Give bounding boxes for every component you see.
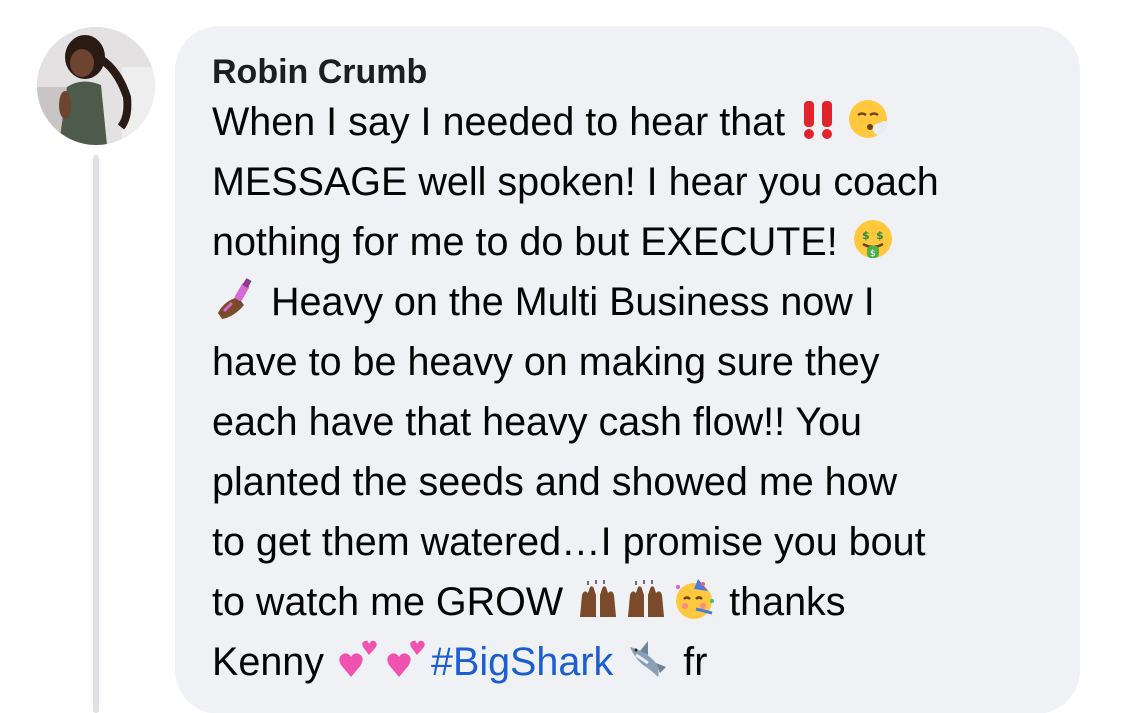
nail-polish-icon <box>218 278 252 319</box>
comment-line-5: have to be heavy on making sure they <box>212 340 880 384</box>
comment-text: When I say I needed to hear that MESSAGE… <box>212 92 1050 692</box>
comment-line-10: Kenny #BigShark fr <box>212 632 1050 692</box>
comment-line-6: each have that heavy cash flow!! You <box>212 400 863 444</box>
partying-face-icon <box>676 579 715 619</box>
comment-line-7: planted the seeds and showed me how <box>212 460 898 504</box>
double-exclamation-icon <box>804 101 833 139</box>
comment-line-3: nothing for me to do but EXECUTE! $ $ $ <box>212 212 1050 272</box>
comment-author[interactable]: Robin Crumb <box>212 52 1050 92</box>
two-hearts-icon <box>339 640 377 677</box>
svg-text:$: $ <box>870 249 876 259</box>
comment-line-8: to get them watered…I promise you bout <box>212 520 926 564</box>
raising-hands-icon <box>580 580 617 617</box>
hashtag-link[interactable]: #BigShark <box>431 640 613 684</box>
raising-hands-icon <box>628 580 665 617</box>
comment-line-9: to watch me GROW thanks <box>212 572 1050 632</box>
comment-line-2: MESSAGE well spoken! I hear you coach <box>212 160 939 204</box>
two-hearts-icon <box>387 640 425 677</box>
comment-line-1: When I say I needed to hear that <box>212 92 1050 152</box>
shark-icon <box>630 641 667 677</box>
comment-line-4: Heavy on the Multi Business now I <box>212 272 1050 332</box>
svg-text:$: $ <box>876 229 884 242</box>
svg-text:$: $ <box>862 229 870 242</box>
money-mouth-face-icon: $ $$ <box>853 220 892 259</box>
comment-bubble: Robin Crumb When I say I needed to hear … <box>175 26 1080 713</box>
avatar[interactable] <box>37 27 155 145</box>
thread-line <box>93 155 99 713</box>
face-exhaling-icon <box>849 100 889 138</box>
